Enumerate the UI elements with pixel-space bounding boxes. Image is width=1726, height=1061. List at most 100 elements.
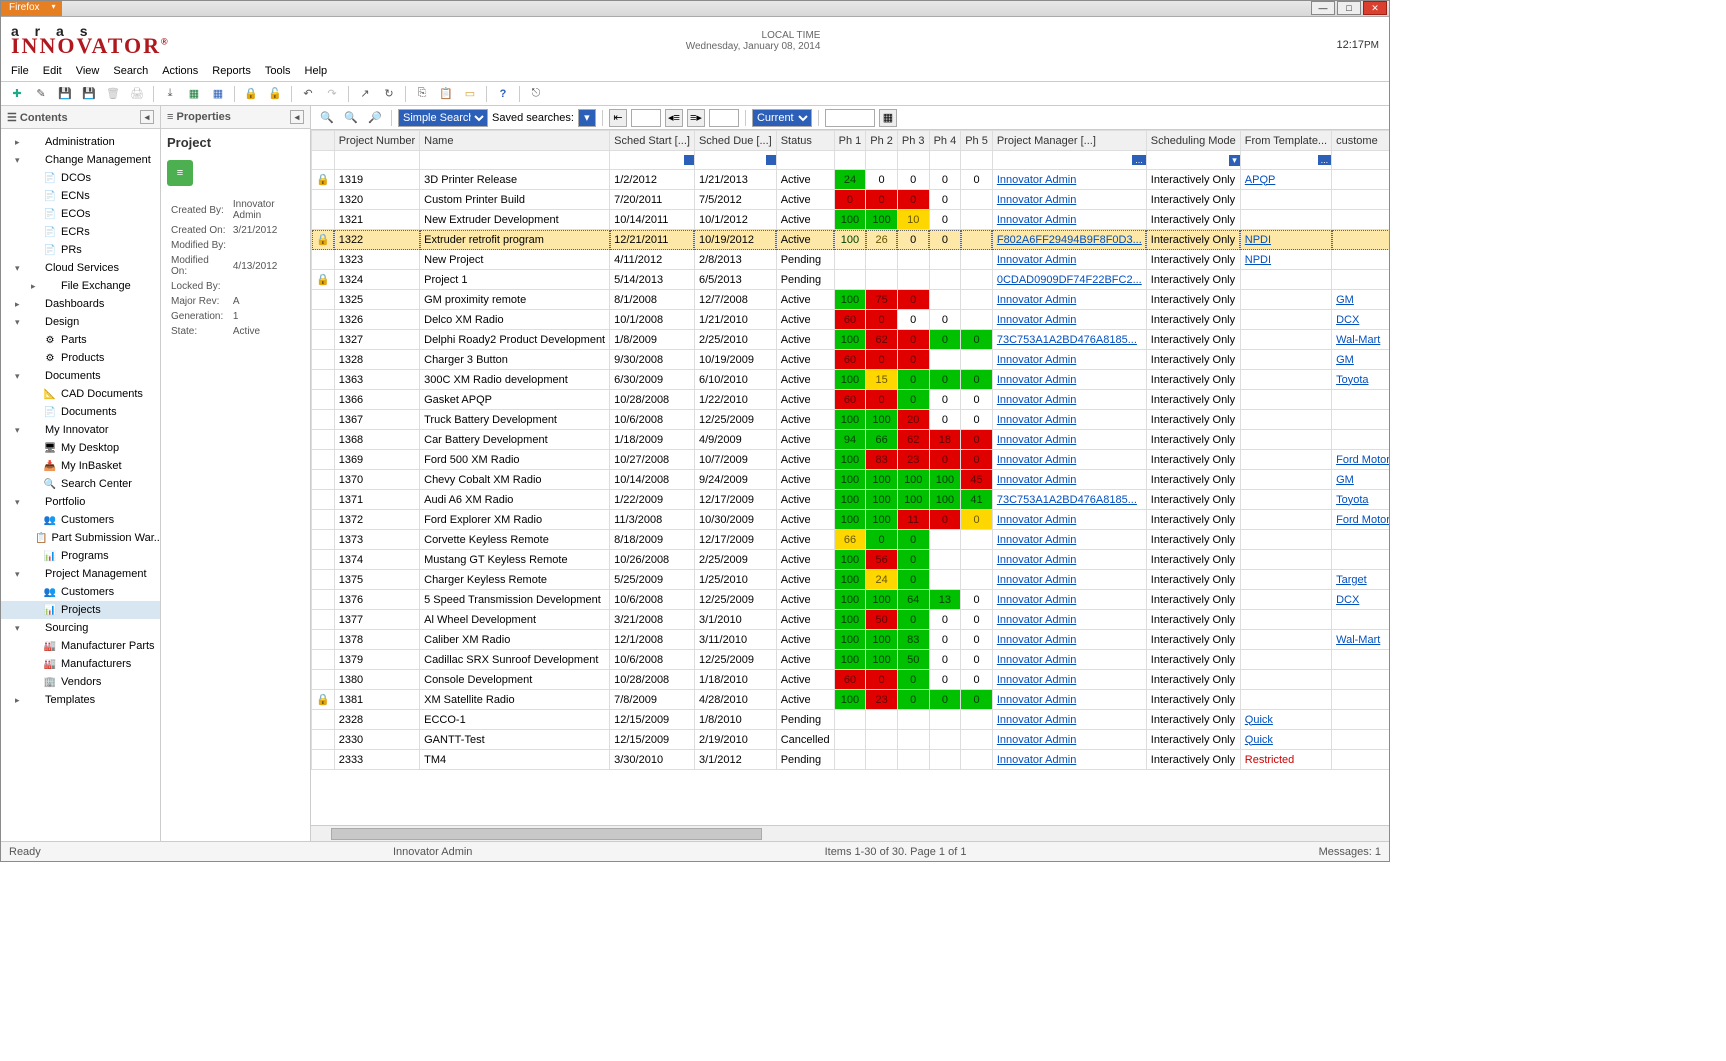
date-picker-icon[interactable] bbox=[684, 155, 694, 165]
undo-icon[interactable]: ↶ bbox=[298, 84, 318, 104]
table-row[interactable]: 1323New Project4/11/20122/8/2013PendingI… bbox=[312, 250, 1390, 270]
col-header[interactable]: Name bbox=[420, 131, 610, 151]
pm-link[interactable]: Innovator Admin bbox=[997, 634, 1077, 646]
pm-link[interactable]: Innovator Admin bbox=[997, 254, 1077, 266]
export-icon[interactable]: ⤓ bbox=[160, 84, 180, 104]
col-header[interactable]: Ph 4 bbox=[929, 131, 961, 151]
pm-link[interactable]: Innovator Admin bbox=[997, 434, 1077, 446]
menu-search[interactable]: Search bbox=[113, 65, 148, 77]
filter-input[interactable] bbox=[777, 151, 834, 169]
table-row[interactable]: 1321New Extruder Development10/14/201110… bbox=[312, 210, 1390, 230]
copy-icon[interactable]: ⎘ bbox=[412, 84, 432, 104]
table-row[interactable]: 1370Chevy Cobalt XM Radio10/14/20089/24/… bbox=[312, 470, 1390, 490]
pm-link[interactable]: 73C753A1A2BD476A8185... bbox=[997, 334, 1137, 346]
filter-input[interactable] bbox=[866, 151, 897, 169]
table-row[interactable]: 1372Ford Explorer XM Radio11/3/200810/30… bbox=[312, 510, 1390, 530]
table-row[interactable]: 1371Audi A6 XM Radio1/22/200912/17/2009A… bbox=[312, 490, 1390, 510]
grid-view-icon[interactable]: ▦ bbox=[879, 109, 897, 127]
grid-scroll[interactable]: Project NumberNameSched Start [...]Sched… bbox=[311, 130, 1389, 825]
col-header[interactable]: Ph 5 bbox=[961, 131, 993, 151]
table-row[interactable]: 1374Mustang GT Keyless Remote10/26/20082… bbox=[312, 550, 1390, 570]
tree-my-desktop[interactable]: 🖥My Desktop bbox=[1, 439, 160, 457]
table-row[interactable]: 1363300C XM Radio development6/30/20096/… bbox=[312, 370, 1390, 390]
delete-icon[interactable]: 🗑 bbox=[103, 84, 123, 104]
tree-my-innovator[interactable]: ▾My Innovator bbox=[1, 421, 160, 439]
template-link[interactable]: APQP bbox=[1245, 174, 1276, 186]
table-row[interactable]: 1368Car Battery Development1/18/20094/9/… bbox=[312, 430, 1390, 450]
tree-search-center[interactable]: 🔍Search Center bbox=[1, 475, 160, 493]
excel-icon[interactable]: ▦ bbox=[184, 84, 204, 104]
col-header[interactable]: Ph 1 bbox=[834, 131, 866, 151]
customer-link[interactable]: DCX bbox=[1336, 594, 1359, 606]
col-header[interactable]: Scheduling Mode bbox=[1146, 131, 1240, 151]
table-row[interactable]: 1375Charger Keyless Remote5/25/20091/25/… bbox=[312, 570, 1390, 590]
pm-link[interactable]: Innovator Admin bbox=[997, 714, 1077, 726]
table-row[interactable]: 1320Custom Printer Build7/20/20117/5/201… bbox=[312, 190, 1390, 210]
tree-dcos[interactable]: 📄DCOs bbox=[1, 169, 160, 187]
search-down-icon[interactable]: 🔎 bbox=[365, 108, 385, 128]
customer-link[interactable]: GM bbox=[1336, 294, 1354, 306]
results-mode-select[interactable]: Current bbox=[752, 109, 812, 127]
tree-programs[interactable]: 📊Programs bbox=[1, 547, 160, 565]
pm-link[interactable]: Innovator Admin bbox=[997, 194, 1077, 206]
pm-link[interactable]: Innovator Admin bbox=[997, 654, 1077, 666]
tree-manufacturers[interactable]: 🏭Manufacturers bbox=[1, 655, 160, 673]
col-header[interactable]: Sched Due [...] bbox=[694, 131, 776, 151]
tree-cloud-services[interactable]: ▾Cloud Services bbox=[1, 259, 160, 277]
tree-my-inbasket[interactable]: 📥My InBasket bbox=[1, 457, 160, 475]
extra-input[interactable] bbox=[825, 109, 875, 127]
tree-part-submission-war-[interactable]: 📋Part Submission War... bbox=[1, 529, 160, 547]
tree-portfolio[interactable]: ▾Portfolio bbox=[1, 493, 160, 511]
menu-file[interactable]: File bbox=[11, 65, 29, 77]
tree-prs[interactable]: 📄PRs bbox=[1, 241, 160, 259]
pm-link[interactable]: 73C753A1A2BD476A8185... bbox=[997, 494, 1137, 506]
pm-link[interactable]: Innovator Admin bbox=[997, 474, 1077, 486]
filter-menu-icon[interactable]: ▾ bbox=[1229, 155, 1240, 166]
pm-link[interactable]: Innovator Admin bbox=[997, 694, 1077, 706]
pm-link[interactable]: Innovator Admin bbox=[997, 314, 1077, 326]
customer-link[interactable]: Toyota bbox=[1336, 494, 1368, 506]
filter-input[interactable] bbox=[835, 151, 866, 169]
menu-help[interactable]: Help bbox=[305, 65, 328, 77]
search-mode-select[interactable]: Simple Search bbox=[398, 109, 488, 127]
menu-actions[interactable]: Actions bbox=[162, 65, 198, 77]
revise-icon[interactable]: ↻ bbox=[379, 84, 399, 104]
customer-link[interactable]: GM bbox=[1336, 474, 1354, 486]
table-row[interactable]: 🔒1381XM Satellite Radio7/8/20094/28/2010… bbox=[312, 690, 1390, 710]
tree-vendors[interactable]: 🏢Vendors bbox=[1, 673, 160, 691]
pm-link[interactable]: Innovator Admin bbox=[997, 294, 1077, 306]
date-picker-icon[interactable] bbox=[766, 155, 776, 165]
pm-link[interactable]: Innovator Admin bbox=[997, 534, 1077, 546]
customer-link[interactable]: Target bbox=[1336, 574, 1367, 586]
tree-manufacturer-parts[interactable]: 🏭Manufacturer Parts bbox=[1, 637, 160, 655]
tree-administration[interactable]: ▸Administration bbox=[1, 133, 160, 151]
filter-input[interactable] bbox=[420, 151, 609, 169]
table-row[interactable]: 🔒1324Project 15/14/20136/5/2013Pending0C… bbox=[312, 270, 1390, 290]
table-row[interactable]: 1377Al Wheel Development3/21/20083/1/201… bbox=[312, 610, 1390, 630]
tree-ecos[interactable]: 📄ECOs bbox=[1, 205, 160, 223]
page-num-input[interactable] bbox=[709, 109, 739, 127]
template-link[interactable]: Restricted bbox=[1245, 754, 1295, 766]
menu-view[interactable]: View bbox=[76, 65, 100, 77]
table-row[interactable]: 1325GM proximity remote8/1/200812/7/2008… bbox=[312, 290, 1390, 310]
page-prev-icon[interactable]: ◂≡ bbox=[665, 109, 683, 127]
logout-icon[interactable]: ⎋ bbox=[526, 84, 546, 104]
customer-link[interactable]: GM bbox=[1336, 354, 1354, 366]
edit-icon[interactable]: ✎ bbox=[31, 84, 51, 104]
pm-link[interactable]: Innovator Admin bbox=[997, 394, 1077, 406]
paste-icon[interactable]: 📋 bbox=[436, 84, 456, 104]
table-row[interactable]: 1369Ford 500 XM Radio10/27/200810/7/2009… bbox=[312, 450, 1390, 470]
pm-link[interactable]: Innovator Admin bbox=[997, 734, 1077, 746]
close-button[interactable]: ✕ bbox=[1363, 1, 1387, 15]
minimize-button[interactable]: — bbox=[1311, 1, 1335, 15]
menu-tools[interactable]: Tools bbox=[265, 65, 291, 77]
template-link[interactable]: Quick bbox=[1245, 714, 1273, 726]
table-row[interactable]: 2330GANTT-Test12/15/20092/19/2010Cancell… bbox=[312, 730, 1390, 750]
collapse-contents[interactable]: ◂ bbox=[140, 110, 154, 124]
pm-link[interactable]: Innovator Admin bbox=[997, 454, 1077, 466]
save2-icon[interactable]: 💾 bbox=[79, 84, 99, 104]
customer-link[interactable]: Toyota bbox=[1336, 374, 1368, 386]
pm-link[interactable]: F802A6FF29494B9F8F0D3... bbox=[997, 234, 1142, 246]
tree-templates[interactable]: ▸Templates bbox=[1, 691, 160, 709]
new-icon[interactable]: ✚ bbox=[7, 84, 27, 104]
